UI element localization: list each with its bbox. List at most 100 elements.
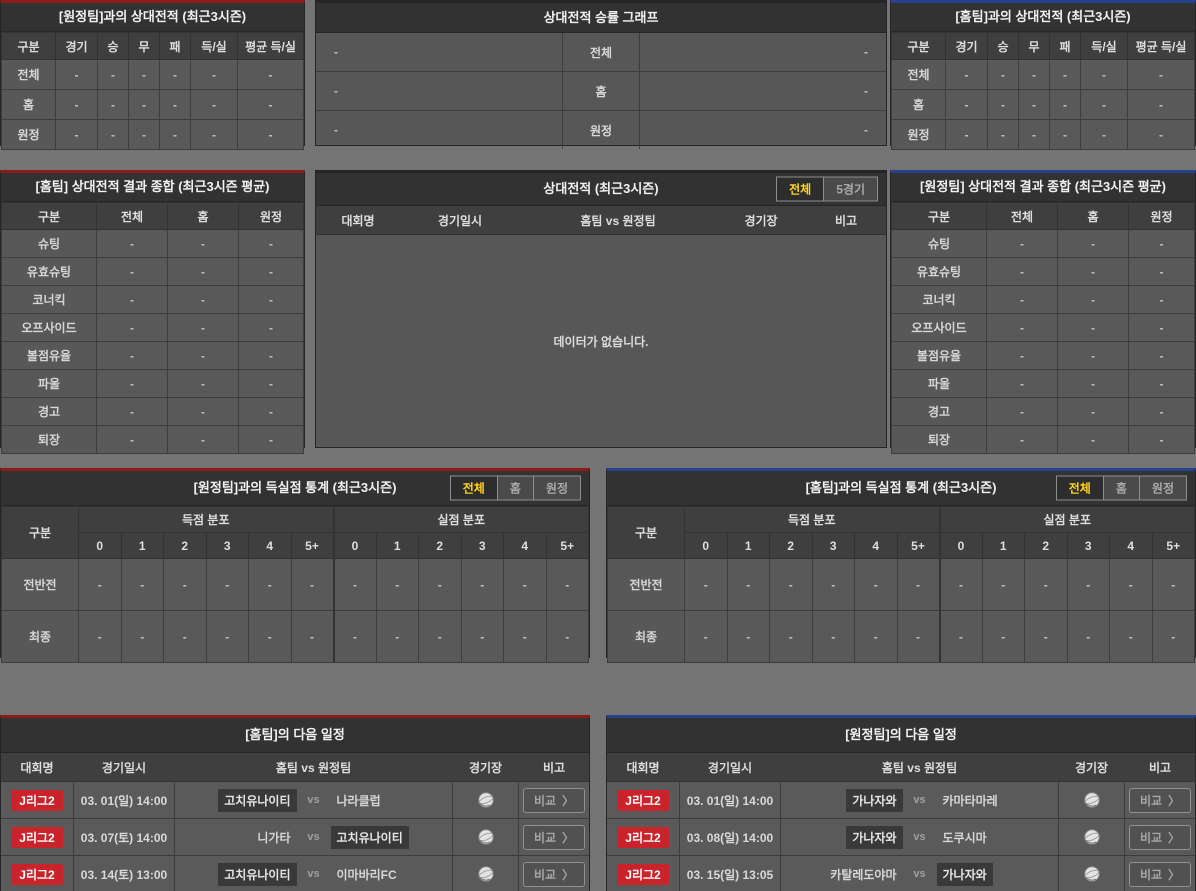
schedule-row: J리그2 03. 08(일) 14:00 가나자와 vs 도쿠시마 비교 〉 (607, 819, 1195, 856)
panel-h2h-vs-awayteam: [원정팀]과의 상대전적 (최근3시즌) 구분 경기 승 무 패 득/실 평균 … (0, 0, 305, 150)
stadium-globe-icon[interactable] (1083, 791, 1101, 809)
cell: - (1057, 369, 1129, 398)
cell: - (190, 59, 238, 90)
cell: - (55, 89, 98, 120)
league-cell: J리그2 (1, 819, 74, 855)
panel-title: [원정팀]과의 득실점 통계 (최근3시즌) 전체 홈 원정 (1, 471, 589, 506)
compare-button[interactable]: 비교 〉 (522, 824, 586, 850)
cell: - (987, 89, 1019, 120)
panel-title: [원정팀] 상대전적 결과 종합 (최근3시즌 평균) (891, 173, 1195, 202)
row-label: 전반전 (1, 558, 79, 611)
toggle-away[interactable]: 원정 (532, 476, 580, 500)
panel-winrate-graph: 상대전적 승률 그래프 - 전체 - - 홈 - - 원정 - (315, 0, 887, 149)
graph-row-label: 전체 (562, 33, 640, 71)
league-cell: J리그2 (607, 856, 680, 891)
cell: - (1127, 59, 1195, 90)
home-team-name[interactable]: 카탈레도야마 (824, 863, 902, 886)
cell: - (811, 558, 855, 611)
bin-header: 3 (1066, 532, 1110, 559)
table-header-row: 구분 경기 승 무 패 득/실 평균 득/실 (891, 32, 1195, 60)
cell: - (684, 558, 728, 611)
table-header-row: 0 1 2 3 4 5+ 0 1 2 3 4 5+ (608, 532, 1195, 559)
compare-button[interactable]: 비교 〉 (1128, 787, 1192, 813)
cell: - (238, 285, 304, 314)
home-team-name[interactable]: 니가타 (251, 826, 296, 849)
vs-label: vs (307, 794, 320, 806)
cell: - (96, 397, 168, 426)
toggle-home[interactable]: 홈 (496, 476, 533, 500)
away-team-name[interactable]: 카마타마레 (937, 789, 1004, 812)
summary-away-table: 구분 전체 홈 원정 슈팅 - - - 유효슈팅 - - - 코너킥 - - - 오프사이드 - - -… (891, 202, 1195, 454)
datetime-cell: 03. 07(토) 14:00 (74, 819, 175, 855)
cell: - (237, 59, 304, 90)
cell: - (96, 313, 168, 342)
table-header-row: 구분 전체 홈 원정 (891, 202, 1195, 230)
cell: - (1057, 397, 1129, 426)
away-team-name[interactable]: 가나자와 (936, 862, 993, 886)
away-team-name[interactable]: 나라클럽 (331, 789, 387, 812)
cell: - (190, 89, 238, 120)
table-row: 경고 - - - (1, 397, 304, 426)
match-list-header: 대회명 경기일시 홈팀 vs 원정팀 경기장 비고 (316, 206, 886, 235)
away-team-name[interactable]: 도쿠시마 (937, 826, 993, 849)
toggle-home[interactable]: 홈 (1102, 476, 1139, 500)
cell: - (96, 229, 168, 258)
cell: - (167, 369, 239, 398)
stadium-globe-icon[interactable] (477, 828, 495, 846)
panel-schedule-awayteam: [원정팀]의 다음 일정 대회명 경기일시 홈팀 vs 원정팀 경기장 비고 J… (606, 715, 1196, 891)
cell: - (1080, 119, 1128, 150)
stadium-globe-icon[interactable] (1083, 865, 1101, 883)
datetime-cell: 03. 15(일) 13:05 (680, 856, 781, 891)
home-team-name[interactable]: 고치유나이티 (218, 862, 297, 886)
compare-button[interactable]: 비교 〉 (1128, 824, 1192, 850)
row-label: 전체 (1, 59, 56, 90)
bin-header: 4 (1109, 532, 1153, 559)
vs-label: vs (913, 831, 926, 843)
panel-title-text: [원정팀]과의 득실점 통계 (최근3시즌) (193, 480, 397, 495)
corner-header: 구분 (1, 506, 79, 559)
toggle-last5[interactable]: 5경기 (823, 177, 877, 201)
cell: - (1128, 425, 1195, 454)
toggle-away[interactable]: 원정 (1138, 476, 1186, 500)
match-cell: 가나자와 vs 도쿠시마 (781, 819, 1059, 855)
home-team-name[interactable]: 가나자와 (846, 825, 903, 849)
away-team-name[interactable]: 고치유나이티 (330, 825, 409, 849)
cell: - (1057, 257, 1129, 286)
cell: - (1128, 313, 1195, 342)
compare-button[interactable]: 비교 〉 (522, 861, 586, 887)
cell: - (1109, 610, 1153, 663)
toggle-all[interactable]: 전체 (450, 476, 497, 500)
compare-button[interactable]: 비교 〉 (522, 787, 586, 813)
cell: - (854, 558, 898, 611)
table-row: 슈팅 - - - (891, 229, 1195, 258)
cell: - (986, 229, 1058, 258)
panel-title: [홈팀]의 다음 일정 (1, 718, 589, 753)
cell: - (986, 369, 1058, 398)
col-header: 전체 (96, 202, 168, 230)
col-header: 경기 (945, 32, 988, 60)
home-team-name[interactable]: 고치유나이티 (218, 788, 297, 812)
home-team-name[interactable]: 가나자와 (846, 788, 903, 812)
league-badge: J리그2 (11, 863, 63, 885)
cell: - (986, 285, 1058, 314)
bin-header: 1 (981, 532, 1025, 559)
table-row: 최종 - - - - - - - - - - - - (607, 610, 1195, 663)
stadium-globe-icon[interactable] (477, 791, 495, 809)
graph-home-value: - (334, 84, 338, 98)
cell: - (238, 313, 304, 342)
cell: - (96, 425, 168, 454)
stadium-globe-icon[interactable] (477, 865, 495, 883)
table-row: 슈팅 - - - (1, 229, 304, 258)
panel-goals-stats-vs-awayteam: [원정팀]과의 득실점 통계 (최근3시즌) 전체 홈 원정 구분 득점 분포 … (0, 468, 590, 663)
cell: - (460, 610, 504, 663)
row-label: 오프사이드 (891, 313, 987, 342)
away-team-name[interactable]: 이마바리FC (331, 863, 403, 886)
col-header-venue: 경기장 (744, 213, 778, 228)
graph-row-label: 홈 (562, 72, 640, 110)
toggle-all[interactable]: 전체 (777, 177, 824, 201)
compare-button[interactable]: 비교 〉 (1128, 861, 1192, 887)
cell: - (120, 558, 164, 611)
stadium-globe-icon[interactable] (1083, 828, 1101, 846)
toggle-all[interactable]: 전체 (1056, 476, 1103, 500)
col-header-venue: 경기장 (1059, 758, 1125, 776)
